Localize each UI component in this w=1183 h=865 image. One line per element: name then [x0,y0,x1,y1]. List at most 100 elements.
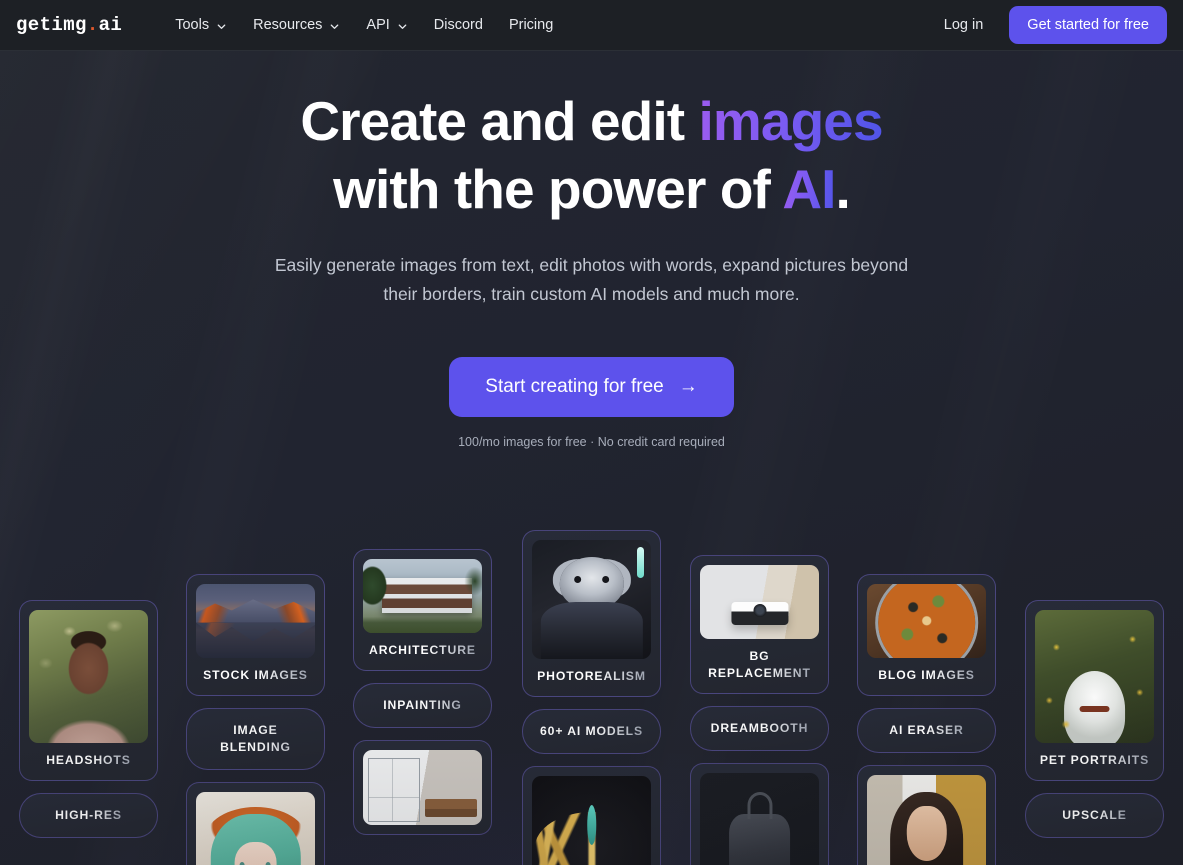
card-column-6: BLOG IMAGES AI ERASER [857,574,996,865]
headline-plain-1: Create and edit [300,90,699,152]
nav-item-api[interactable]: API [353,11,420,39]
headline-accent-ai: AI [782,158,836,220]
card-column-7: PET PORTRAITS UPSCALE [1025,600,1164,839]
woman-portrait-photo-icon [867,775,986,865]
card-thumbnail [532,776,651,865]
feature-card-dreambooth[interactable]: DREAMBOOTH [690,706,829,752]
feature-card-stock-images[interactable]: STOCK IMAGES [186,574,325,697]
card-thumbnail [29,610,148,744]
site-header: getimg.ai Tools Resources API Discord Pr… [0,0,1183,51]
card-label: DREAMBOOTH [710,721,809,736]
hero-cta-wrapper: Start creating for free → 100/mo images … [0,357,1183,449]
card-label: HEADSHOTS [46,753,131,768]
backpack-photo-icon [700,773,819,865]
card-label: BLOG IMAGES [878,668,975,683]
card-thumbnail [1035,610,1154,744]
card-thumbnail [532,540,651,659]
card-label: INPAINTING [383,698,462,713]
headline-accent-images: images [698,90,884,152]
card-label: ARCHITECTURE [369,643,476,658]
card-label: BG REPLACEMENT [708,649,811,681]
card-thumbnail [196,792,315,865]
logo-text: getimg [16,14,87,36]
modern-house-photo-icon [363,559,482,634]
get-started-button[interactable]: Get started for free [1009,6,1167,44]
feature-card-photorealism[interactable]: PHOTOREALISM [522,530,661,697]
nav-label: API [366,17,390,33]
card-thumbnail [196,584,315,659]
start-creating-label: Start creating for free [485,376,664,397]
nav-item-discord[interactable]: Discord [421,11,496,39]
card-column-2: STOCK IMAGES IMAGE BLENDING [186,574,325,865]
feature-card-anime[interactable] [186,782,325,865]
card-thumbnail [700,565,819,640]
hamster-astronaut-photo-icon [532,540,651,659]
logo-suffix: ai [98,14,123,36]
cta-note: 100/mo images for free · No credit card … [458,435,725,449]
feature-card-phoenix[interactable] [522,766,661,865]
site-logo[interactable]: getimg.ai [16,14,122,36]
feature-card-high-res[interactable]: HIGH-RES [19,793,158,839]
headshot-photo-icon [29,610,148,744]
bathroom-render-photo-icon [363,750,482,825]
feature-card-inpainting[interactable]: INPAINTING [353,683,492,729]
login-link[interactable]: Log in [936,11,992,39]
feature-card-upscale[interactable]: UPSCALE [1025,793,1164,839]
card-column-5: BG REPLACEMENT DREAMBOOTH [690,555,829,865]
card-thumbnail [867,775,986,865]
nav-label: Discord [433,17,483,33]
headline-plain-2: with the power of [333,158,783,220]
card-column-1: HEADSHOTS HIGH-RES [19,600,158,839]
polaroid-camera-photo-icon [700,565,819,640]
hero-subtitle: Easily generate images from text, edit p… [274,255,909,304]
nav-item-pricing[interactable]: Pricing [496,11,566,39]
feature-card-headshots[interactable]: HEADSHOTS [19,600,158,782]
feature-card-backpack[interactable] [690,763,829,865]
start-creating-button[interactable]: Start creating for free → [449,357,734,417]
card-thumbnail [867,584,986,659]
card-thumbnail [700,773,819,865]
feature-card-pet-portraits[interactable]: PET PORTRAITS [1025,600,1164,782]
pizza-photo-icon [867,584,986,659]
anime-character-photo-icon [196,792,315,865]
feature-card-ai-eraser[interactable]: AI ERASER [857,708,996,754]
chevron-down-icon [329,21,340,32]
feature-card-bg-replacement[interactable]: BG REPLACEMENT [690,555,829,695]
chevron-down-icon [397,21,408,32]
feature-card-image-blending[interactable]: IMAGE BLENDING [186,708,325,771]
card-column-3: ARCHITECTURE INPAINTING [353,549,492,835]
hamster-light-strip [636,547,644,579]
page-title: Create and edit images with the power of… [0,87,1183,223]
arrow-right-icon: → [678,376,698,397]
feature-card-stage: HEADSHOTS HIGH-RES STOCK IMAGES IMAGE BL… [0,500,1183,865]
headline-period: . [835,158,851,220]
feature-card-architecture[interactable]: ARCHITECTURE [353,549,492,672]
nav-item-tools[interactable]: Tools [162,11,240,39]
feature-card-portrait[interactable] [857,765,996,865]
card-label: UPSCALE [1062,808,1127,823]
nav-label: Pricing [508,17,554,33]
chevron-down-icon [216,21,227,32]
feature-card-blog-images[interactable]: BLOG IMAGES [857,574,996,697]
dog-photo-icon [1035,610,1154,744]
card-label: AI ERASER [889,723,964,738]
card-label: PHOTOREALISM [537,669,646,683]
feature-card-interior-render[interactable] [353,740,492,835]
header-actions: Log in Get started for free [936,6,1167,44]
card-column-4: PHOTOREALISM 60+ AI MODELS [522,530,661,865]
card-label: IMAGE BLENDING [196,722,315,756]
nav-label: Tools [175,17,210,33]
nav-label: Resources [253,17,323,33]
mountain-lake-photo-icon [196,584,315,659]
feature-card-ai-models[interactable]: 60+ AI MODELS [522,709,661,754]
page-root: getimg.ai Tools Resources API Discord Pr… [0,0,1183,865]
hamster-eyes-shape [573,575,610,583]
card-label: HIGH-RES [55,808,122,823]
headline-line-2: with the power of AI. [333,158,851,220]
card-label: 60+ AI MODELS [539,724,644,738]
main-navigation: Tools Resources API Discord Pricing [162,11,566,39]
nav-item-resources[interactable]: Resources [240,11,353,39]
dog-collar-shape [1079,705,1110,712]
card-label: STOCK IMAGES [203,668,308,683]
hero-section: Create and edit images with the power of… [0,51,1183,449]
